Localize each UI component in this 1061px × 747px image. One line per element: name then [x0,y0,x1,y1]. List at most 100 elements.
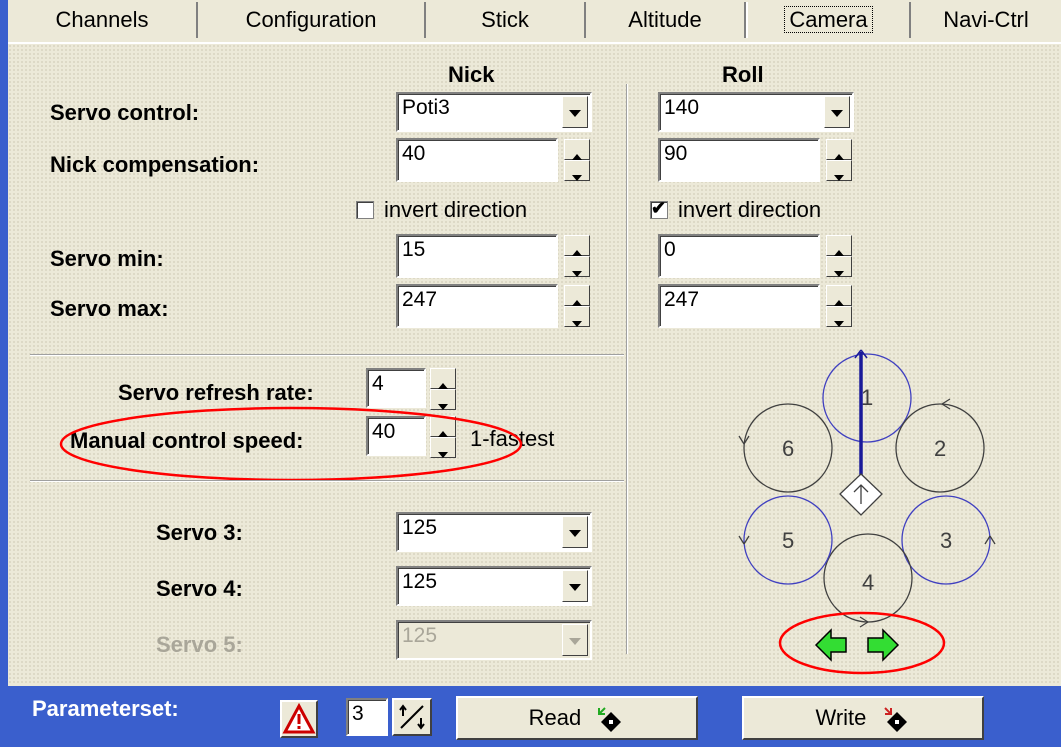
servo-4-label: Servo 4: [156,576,243,601]
servo-min-nick-value: 15 [402,238,426,261]
nick-compensation-roll-stepper[interactable] [826,139,852,181]
tab-altitude[interactable]: Altitude [586,2,746,38]
spin-updown-icon [399,704,425,730]
servo-5-label: Servo 5: [156,632,243,657]
roll-column-heading: Roll [722,62,764,87]
servo-max-nick-stepper[interactable] [564,285,590,327]
nick-invert-checkbox[interactable] [356,201,374,219]
section-divider [30,354,624,356]
servo-min-nick-input[interactable]: 15 [396,234,558,278]
tab-stick-label: Stick [481,7,529,32]
heading-diamond-icon [839,473,883,516]
nick-compensation-nick-stepper[interactable] [564,139,590,181]
nick-servo-control-dropdown[interactable]: Poti3 [396,92,592,132]
rotate-right-button[interactable] [866,628,900,662]
roll-invert-checkmark: ✔ [651,198,667,218]
servo-control-label: Servo control: [50,100,200,125]
write-button-label: Write [815,705,867,730]
roll-invert-label: invert direction [678,197,822,222]
tab-configuration-label: Configuration [245,7,377,32]
chevron-down-icon[interactable] [562,570,588,602]
servo-min-label: Servo min: [50,246,164,271]
rotor-5-label: 5 [782,528,794,553]
read-button[interactable]: Read [456,696,698,740]
servo-4-dropdown[interactable]: 125 [396,566,592,606]
tab-channels[interactable]: Channels [8,2,198,38]
spin-up-icon[interactable] [564,139,590,160]
chevron-down-icon[interactable] [562,516,588,548]
nick-compensation-nick-input[interactable]: 40 [396,138,558,182]
tab-configuration[interactable]: Configuration [198,2,426,38]
warning-button[interactable] [280,700,318,738]
rotor-3: 3 [901,495,996,585]
tab-bar: Channels Configuration Stick Altitude Ca… [8,0,1061,44]
spin-up-icon[interactable] [564,235,590,256]
tab-channels-label: Channels [55,7,149,32]
warning-icon [282,702,316,734]
servo-min-roll-stepper[interactable] [826,235,852,277]
servo-max-nick-input[interactable]: 247 [396,284,558,328]
servo-3-value: 125 [402,516,438,539]
rotate-left-button[interactable] [814,628,848,662]
parameterset-label: Parameterset: [32,696,179,721]
servo-4-value: 125 [402,570,438,593]
spin-down-icon[interactable] [826,306,852,327]
nick-compensation-roll-input[interactable]: 90 [658,138,820,182]
read-button-label: Read [528,705,582,730]
servo-max-roll-value: 247 [664,288,700,311]
parameterset-number-input[interactable]: 3 [346,698,388,736]
chevron-down-icon[interactable] [562,96,588,128]
tab-camera-label: Camera [784,6,873,33]
servo-refresh-rate-input[interactable]: 4 [366,368,426,408]
spin-down-icon[interactable] [564,160,590,181]
tab-altitude-label: Altitude [628,7,702,32]
parameterset-bar: Parameterset: 3 Read Write [0,686,1061,747]
rotor-2-label: 2 [934,436,946,461]
tab-stick[interactable]: Stick [426,2,586,38]
spin-down-icon[interactable] [564,306,590,327]
servo-refresh-rate-label: Servo refresh rate: [118,380,314,405]
nick-compensation-nick-value: 40 [402,142,426,165]
spin-up-icon[interactable] [564,285,590,306]
servo-refresh-rate-value: 4 [372,372,384,395]
parameterset-spin-button[interactable] [392,698,432,736]
window: Channels Configuration Stick Altitude Ca… [0,0,1061,747]
servo-min-roll-input[interactable]: 0 [658,234,820,278]
nick-column-heading: Nick [448,62,495,87]
tab-navi-ctrl-label: Navi-Ctrl [943,7,1029,32]
rotor-5: 5 [738,495,833,585]
servo-5-value: 125 [402,624,438,647]
read-chip-icon [598,707,622,733]
write-chip-icon [883,707,907,733]
rotor-4-label: 4 [862,570,874,595]
servo-max-roll-input[interactable]: 247 [658,284,820,328]
left-border [0,0,8,690]
tab-camera[interactable]: Camera [746,2,911,38]
rotor-6: 6 [738,403,833,493]
roll-invert-checkbox[interactable]: ✔ [650,198,668,219]
highlight-ellipse [59,406,523,482]
spin-up-icon[interactable] [826,285,852,306]
spin-down-icon[interactable] [826,160,852,181]
servo-max-roll-stepper[interactable] [826,285,852,327]
spin-down-icon[interactable] [564,256,590,277]
parameterset-number-value: 3 [352,702,364,725]
servo-min-nick-stepper[interactable] [564,235,590,277]
chevron-down-icon [562,624,588,656]
rotor-3-label: 3 [940,528,952,553]
arrow-right-icon [867,628,900,662]
rotor-6-label: 6 [782,436,794,461]
servo-min-roll-value: 0 [664,238,676,261]
spin-down-icon[interactable] [826,256,852,277]
chevron-down-icon[interactable] [824,96,850,128]
section-divider [30,480,624,482]
nick-invert-label: invert direction [384,197,528,222]
spin-up-icon[interactable] [826,235,852,256]
tab-navi-ctrl[interactable]: Navi-Ctrl [911,2,1061,38]
roll-servo-control-dropdown[interactable]: 140 [658,92,854,132]
spin-up-icon[interactable] [430,368,456,389]
servo-3-dropdown[interactable]: 125 [396,512,592,552]
spin-up-icon[interactable] [826,139,852,160]
write-button[interactable]: Write [742,696,984,740]
servo-max-label: Servo max: [50,296,169,321]
